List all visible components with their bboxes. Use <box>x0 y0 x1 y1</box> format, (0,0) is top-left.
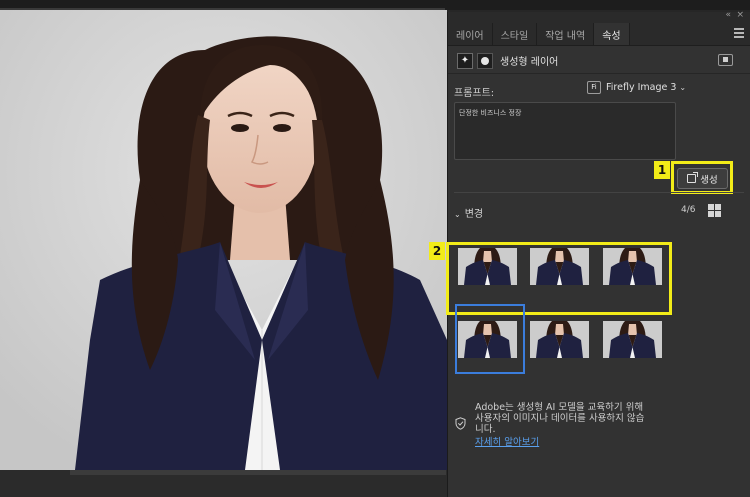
panel-header: « × <box>448 10 750 22</box>
prompt-input[interactable]: 단정한 비즈니스 정장 <box>454 102 676 160</box>
top-strip <box>0 0 750 10</box>
generate-icon <box>687 172 699 183</box>
properties-panel: « × 레이어 스타일 작업 내역 속성 ✦ 생성형 레이어 프롬프트: Fi … <box>429 10 750 497</box>
callout-badge-1: 1 <box>654 161 670 179</box>
variation-thumbnail[interactable] <box>530 321 589 358</box>
firefly-icon: Fi <box>587 81 601 94</box>
generate-button[interactable]: 생성 <box>677 168 728 189</box>
learn-more-link[interactable]: 자세히 알아보기 <box>475 434 539 448</box>
tab-properties[interactable]: 속성 <box>594 23 630 45</box>
shield-icon <box>455 417 466 430</box>
section-divider <box>454 192 744 193</box>
generate-label: 생성 <box>700 174 718 186</box>
grid-view-icon[interactable] <box>708 204 721 217</box>
variation-thumbnail[interactable] <box>603 321 662 358</box>
layer-type-title: 생성형 레이어 <box>500 57 559 68</box>
variation-thumbnail[interactable] <box>603 248 662 285</box>
mask-icon <box>477 53 493 69</box>
portrait-image <box>0 10 447 470</box>
model-select[interactable]: Fi Firefly Image 3 ⌄ <box>587 81 686 94</box>
layer-options-icon[interactable] <box>718 54 733 66</box>
panel-tabs: 레이어 스타일 작업 내역 속성 <box>448 22 750 46</box>
layer-type-row: ✦ 생성형 레이어 <box>448 48 750 74</box>
panel-menu-icon[interactable] <box>734 28 744 40</box>
status-strip <box>0 470 447 497</box>
tab-styles[interactable]: 스타일 <box>493 23 538 45</box>
close-panel-icon[interactable]: × <box>736 10 744 20</box>
tab-history[interactable]: 작업 내역 <box>537 23 595 45</box>
tab-layers[interactable]: 레이어 <box>448 23 493 45</box>
variation-thumbnail[interactable] <box>530 248 589 285</box>
selected-variation-outline <box>455 304 525 374</box>
callout-badge-2: 2 <box>429 242 445 260</box>
variation-count: 4/6 <box>681 205 696 215</box>
model-name: Firefly Image 3 <box>606 82 677 93</box>
document-canvas[interactable] <box>0 10 447 470</box>
chevron-down-icon: ⌄ <box>679 83 687 92</box>
collapse-panel-icon[interactable]: « <box>725 10 730 20</box>
generative-layer-icon: ✦ <box>457 53 473 69</box>
variation-thumbnail[interactable] <box>458 248 517 285</box>
horizontal-scrollbar[interactable] <box>70 470 446 475</box>
chevron-down-icon: ⌄ <box>454 210 461 219</box>
ai-training-notice: Adobe는 생성형 AI 모델을 교육하기 위해 사용자의 이미지나 데이터를… <box>475 402 645 435</box>
prompt-label: 프롬프트: <box>454 88 495 99</box>
variations-label: 변경 <box>464 209 484 220</box>
variations-header[interactable]: ⌄ 변경 <box>454 205 483 220</box>
